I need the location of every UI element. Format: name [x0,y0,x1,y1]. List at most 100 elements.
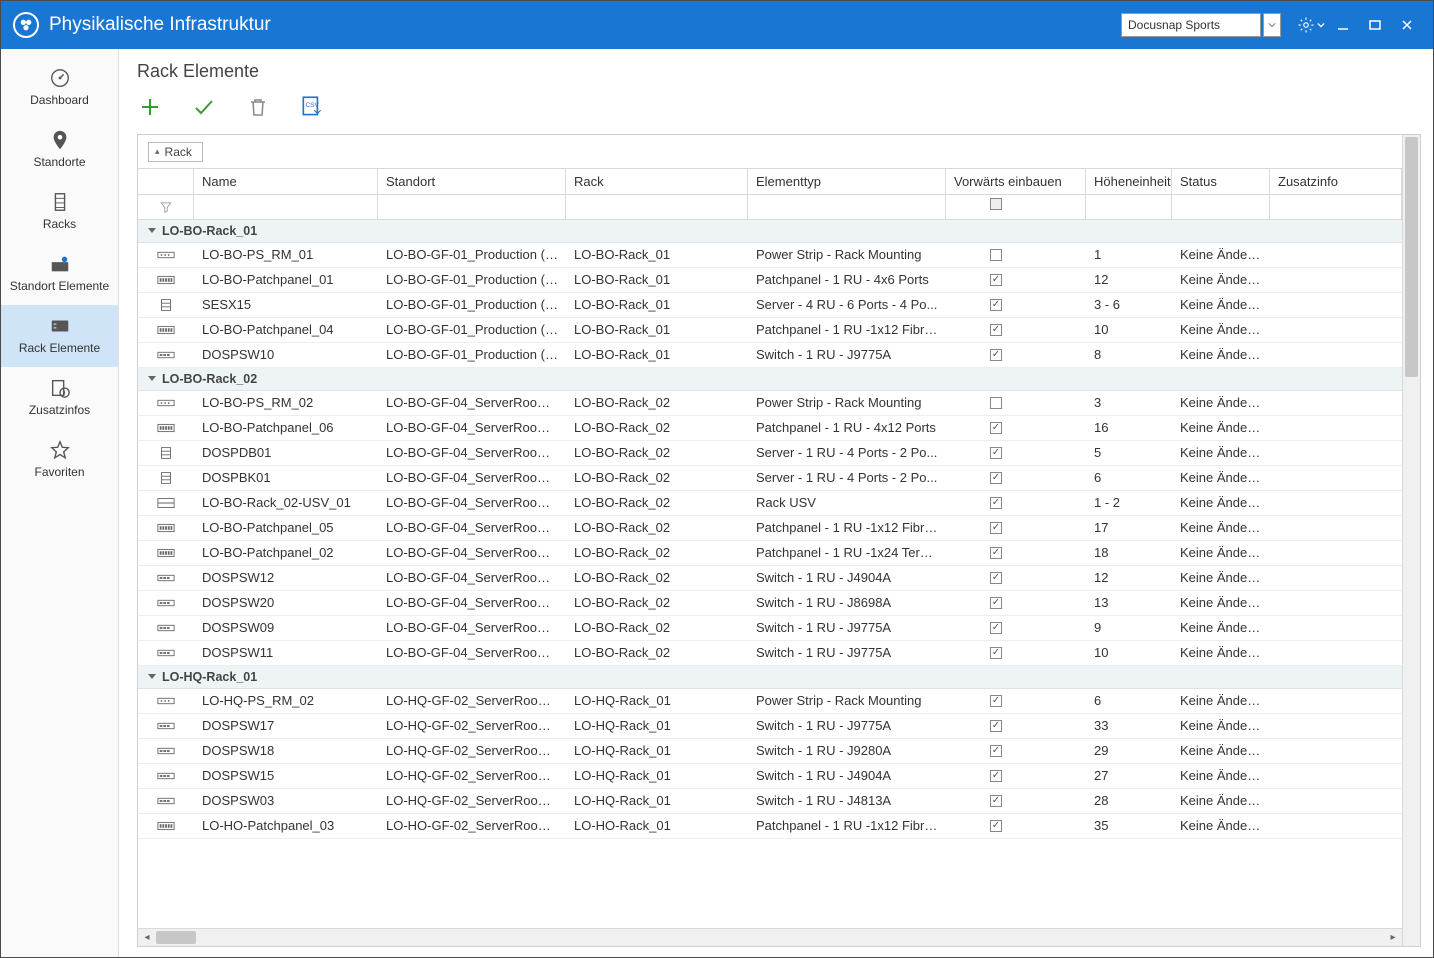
forward-checkbox[interactable] [990,795,1002,807]
group-by-chip[interactable]: Rack [148,142,203,162]
site-el-icon [49,253,71,275]
forward-checkbox[interactable] [990,572,1002,584]
table-row[interactable]: SESX15LO-BO-GF-01_Production (Lo...LO-BO… [138,293,1402,318]
cell-rack: LO-BO-Rack_01 [566,344,748,365]
column-header-elementtyp[interactable]: Elementtyp [748,169,946,194]
forward-checkbox[interactable] [990,597,1002,609]
forward-checkbox[interactable] [990,820,1002,832]
filter-rack[interactable] [566,195,748,219]
cell-hoeheneinheit: 10 [1086,642,1172,663]
table-row[interactable]: DOSPDB01LO-BO-GF-04_ServerRoom (L...LO-B… [138,441,1402,466]
forward-checkbox[interactable] [990,745,1002,757]
table-row[interactable]: LO-HQ-PS_RM_02LO-HQ-GF-02_ServerRoom (L.… [138,689,1402,714]
table-row[interactable]: DOSPBK01LO-BO-GF-04_ServerRoom (L...LO-B… [138,466,1402,491]
table-row[interactable]: LO-BO-Patchpanel_02LO-BO-GF-04_ServerRoo… [138,541,1402,566]
forward-checkbox[interactable] [990,472,1002,484]
filter-vorwaerts[interactable] [946,195,1086,219]
forward-checkbox[interactable] [990,422,1002,434]
cell-elementtyp: Power Strip - Rack Mounting [748,690,946,711]
table-row[interactable]: DOSPSW03LO-HQ-GF-02_ServerRoom (L...LO-H… [138,789,1402,814]
forward-checkbox[interactable] [990,349,1002,361]
filter-status[interactable] [1172,195,1270,219]
forward-checkbox[interactable] [990,249,1002,261]
column-header-hoeheneinheit[interactable]: Höheneinheit [1086,169,1172,194]
column-header-icon[interactable] [138,169,194,194]
filter-name[interactable] [194,195,378,219]
group-row[interactable]: LO-HQ-Rack_01 [138,666,1402,689]
element-type-icon [157,694,175,708]
group-by-area[interactable]: Rack [138,135,1402,169]
settings-button[interactable] [1297,11,1325,39]
close-button[interactable] [1393,11,1421,39]
table-row[interactable]: LO-BO-Patchpanel_05LO-BO-GF-04_ServerRoo… [138,516,1402,541]
sidebar-item-zusatzinfos[interactable]: Zusatzinfos [1,367,118,429]
table-row[interactable]: LO-BO-Patchpanel_01LO-BO-GF-01_Productio… [138,268,1402,293]
horizontal-scrollbar[interactable]: ◂ ▸ [138,928,1402,946]
column-header-rack[interactable]: Rack [566,169,748,194]
table-row[interactable]: DOSPSW09LO-BO-GF-04_ServerRoom (L...LO-B… [138,616,1402,641]
table-row[interactable]: DOSPSW12LO-BO-GF-04_ServerRoom (L...LO-B… [138,566,1402,591]
cell-name: DOSPDB01 [194,442,378,463]
cell-name: LO-HQ-PS_RM_02 [194,690,378,711]
table-row[interactable]: DOSPSW10LO-BO-GF-01_Production (Lo...LO-… [138,343,1402,368]
table-row[interactable]: DOSPSW11LO-BO-GF-04_ServerRoom (L...LO-B… [138,641,1402,666]
filter-standort[interactable] [378,195,566,219]
forward-checkbox[interactable] [990,522,1002,534]
forward-checkbox[interactable] [990,547,1002,559]
table-row[interactable]: LO-BO-Patchpanel_04LO-BO-GF-01_Productio… [138,318,1402,343]
cell-name: DOSPSW12 [194,567,378,588]
forward-checkbox[interactable] [990,447,1002,459]
export-csv-button[interactable] [299,94,325,120]
group-row[interactable]: LO-BO-Rack_02 [138,368,1402,391]
cell-hoeheneinheit: 9 [1086,617,1172,638]
tenant-select[interactable]: Docusnap Sports [1121,13,1261,37]
cell-rack: LO-HQ-Rack_01 [566,790,748,811]
save-button[interactable] [191,94,217,120]
table-row[interactable]: LO-BO-Rack_02-USV_01LO-BO-GF-04_ServerRo… [138,491,1402,516]
sidebar-item-racks[interactable]: Racks [1,181,118,243]
sidebar-item-dashboard[interactable]: Dashboard [1,57,118,119]
cell-hoeheneinheit: 27 [1086,765,1172,786]
filter-zusatzinfo[interactable] [1270,195,1402,219]
sidebar-item-favoriten[interactable]: Favoriten [1,429,118,491]
group-row[interactable]: LO-BO-Rack_01 [138,220,1402,243]
table-row[interactable]: LO-HO-Patchpanel_03LO-HO-GF-02_ServerRoo… [138,814,1402,839]
forward-checkbox[interactable] [990,770,1002,782]
table-row[interactable]: LO-BO-PS_RM_01LO-BO-GF-01_Production (Lo… [138,243,1402,268]
maximize-button[interactable] [1361,11,1389,39]
forward-checkbox[interactable] [990,720,1002,732]
column-header-vorwaerts[interactable]: Vorwärts einbauen [946,169,1086,194]
forward-checkbox[interactable] [990,622,1002,634]
forward-checkbox[interactable] [990,695,1002,707]
vertical-scrollbar[interactable] [1402,135,1420,946]
filter-hoeheneinheit[interactable] [1086,195,1172,219]
sidebar-item-rack-elemente[interactable]: Rack Elemente [1,305,118,367]
minimize-button[interactable] [1329,11,1357,39]
table-row[interactable]: LO-BO-PS_RM_02LO-BO-GF-04_ServerRoom (L.… [138,391,1402,416]
tenant-select-dropdown[interactable] [1263,13,1281,37]
column-header-standort[interactable]: Standort [378,169,566,194]
scroll-left-icon[interactable]: ◂ [138,929,156,946]
sidebar-item-standort-elemente[interactable]: Standort Elemente [1,243,118,305]
cell-elementtyp: Switch - 1 RU - J9775A [748,617,946,638]
forward-checkbox[interactable] [990,647,1002,659]
forward-checkbox[interactable] [990,274,1002,286]
forward-checkbox[interactable] [990,324,1002,336]
column-header-name[interactable]: Name [194,169,378,194]
delete-button[interactable] [245,94,271,120]
table-row[interactable]: DOSPSW18LO-HQ-GF-02_ServerRoom (L...LO-H… [138,739,1402,764]
forward-checkbox[interactable] [990,299,1002,311]
filter-icon[interactable] [159,200,173,214]
table-row[interactable]: DOSPSW15LO-HQ-GF-02_ServerRoom (L...LO-H… [138,764,1402,789]
forward-checkbox[interactable] [990,497,1002,509]
table-row[interactable]: DOSPSW17LO-HQ-GF-02_ServerRoom (L...LO-H… [138,714,1402,739]
column-header-zusatzinfo[interactable]: Zusatzinfo [1270,169,1402,194]
scroll-right-icon[interactable]: ▸ [1384,929,1402,946]
column-header-status[interactable]: Status [1172,169,1270,194]
table-row[interactable]: DOSPSW20LO-BO-GF-04_ServerRoom (L...LO-B… [138,591,1402,616]
table-row[interactable]: LO-BO-Patchpanel_06LO-BO-GF-04_ServerRoo… [138,416,1402,441]
add-button[interactable] [137,94,163,120]
sidebar-item-standorte[interactable]: Standorte [1,119,118,181]
forward-checkbox[interactable] [990,397,1002,409]
filter-elementtyp[interactable] [748,195,946,219]
